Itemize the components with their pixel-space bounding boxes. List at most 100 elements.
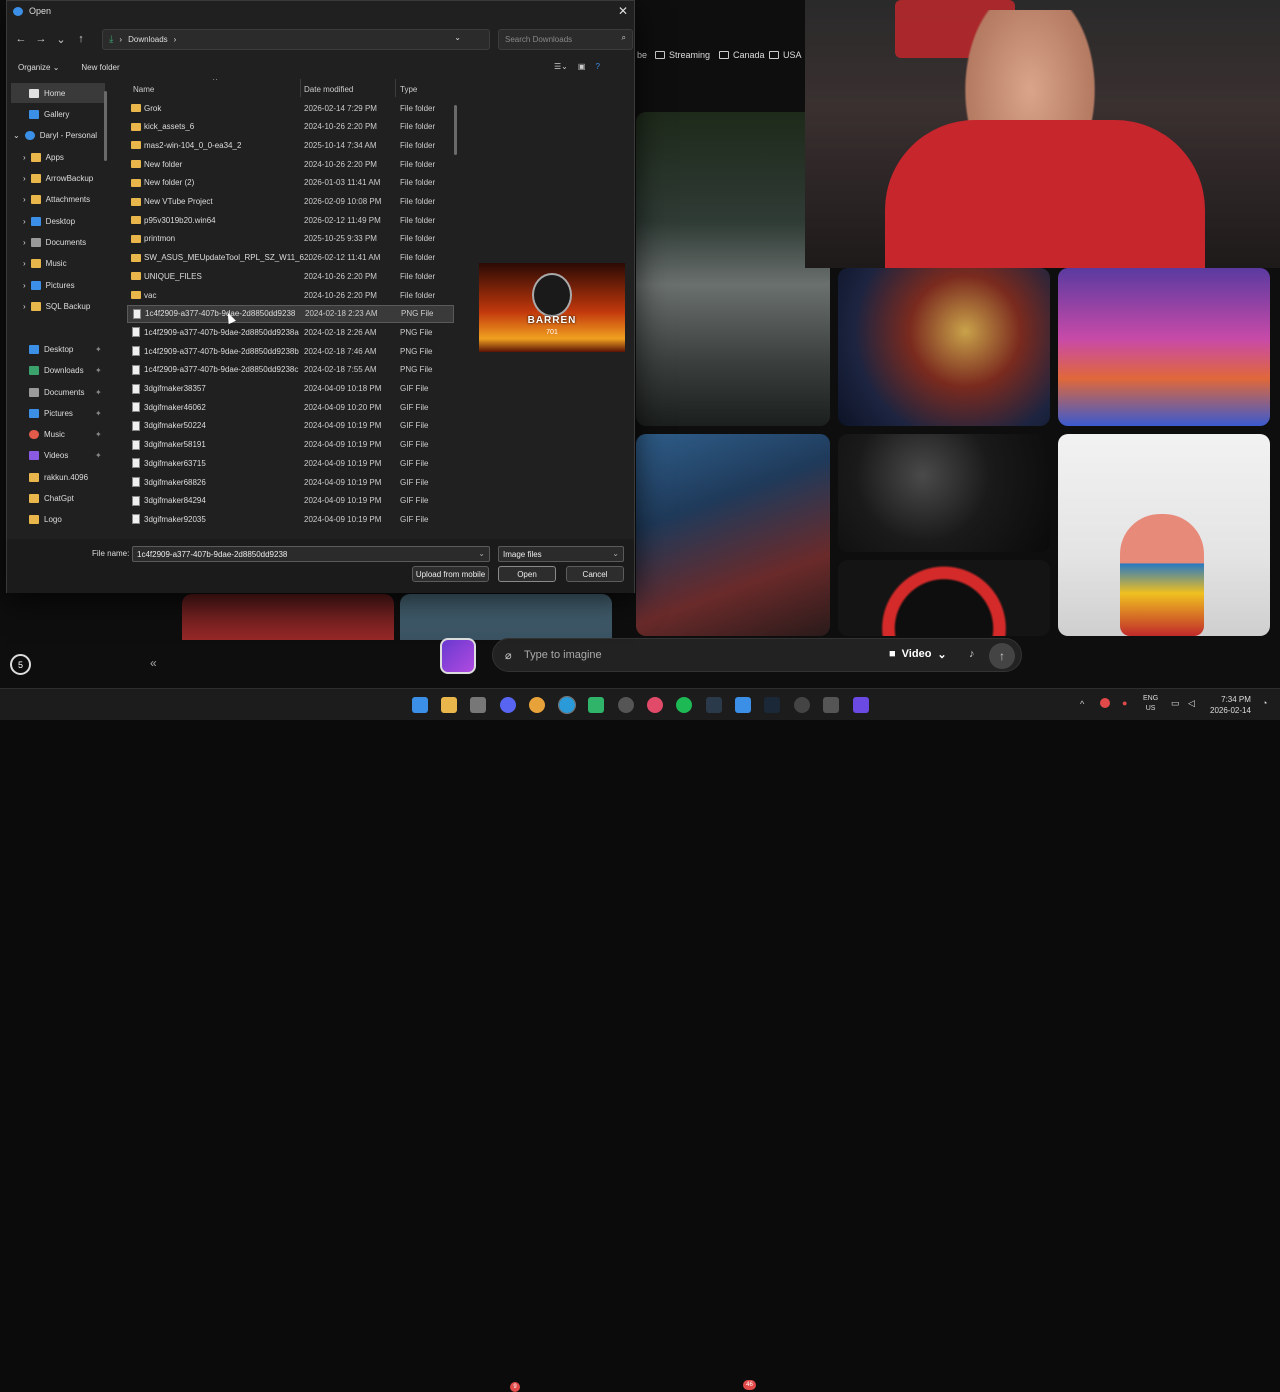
quick-access-music[interactable]: Music ✦	[7, 424, 111, 444]
quick-access-videos[interactable]: Videos ✦	[7, 445, 111, 465]
column-header-date[interactable]: Date modified	[304, 81, 353, 97]
nav-item-apps[interactable]: › Apps	[7, 147, 111, 167]
arrow-app-icon[interactable]	[794, 697, 810, 713]
quick-access-rakkun[interactable]: rakkun.4096	[7, 467, 111, 487]
collapse-sidebar-icon[interactable]: «	[150, 656, 157, 670]
file-row[interactable]: 3dgifmaker92035 2024-04-09 10:19 PM GIF Fi…	[127, 510, 454, 528]
search-input[interactable]: Search Downloads ⌕	[498, 29, 633, 50]
file-row[interactable]: 1c4f2909-a377-407b-9dae-2d8850dd9238c 202…	[127, 361, 454, 379]
quick-access-desktop[interactable]: Desktop ✦	[7, 339, 111, 359]
folder-row[interactable]: mas2-win-104_0_0-ea34_2 2025-10-14 7:34 A…	[127, 136, 454, 154]
bookmark-usa[interactable]: USA	[769, 50, 802, 60]
file-name-dropdown-chevron-icon[interactable]: ⌄	[478, 549, 485, 558]
new-folder-button[interactable]: New folder	[81, 63, 119, 72]
up-arrow-icon[interactable]: ↑	[73, 31, 89, 47]
nav-item-pictures[interactable]: › Pictures	[7, 275, 111, 295]
creature-in-water-image-tile[interactable]	[1058, 268, 1270, 426]
nav-pane-scrollbar[interactable]	[104, 91, 107, 161]
notifications-bell-icon[interactable]: ◔	[1262, 698, 1267, 708]
folder-row[interactable]: printmon 2025-10-25 9:33 PM File folder	[127, 230, 454, 248]
folder-row[interactable]: Grok 2026-02-14 7:29 PM File folder	[127, 99, 454, 117]
messaging-app-icon[interactable]	[735, 697, 751, 713]
file-row[interactable]: 1c4f2909-a377-407b-9dae-2d8850dd9238a 202…	[127, 323, 454, 341]
attached-image-thumbnail[interactable]	[440, 638, 476, 674]
help-icon[interactable]: ?	[595, 62, 599, 71]
quick-access-documents[interactable]: Documents ✦	[7, 382, 111, 402]
tray-app-icon[interactable]	[1100, 698, 1110, 708]
spotify-icon[interactable]	[676, 697, 692, 713]
discord-icon[interactable]	[500, 697, 516, 713]
file-row[interactable]: 3dgifmaker38357 2024-04-09 10:18 PM GIF Fi…	[127, 380, 454, 398]
record-app-icon[interactable]	[647, 697, 663, 713]
nav-item-arrowbackup[interactable]: › ArrowBackup	[7, 168, 111, 188]
nav-item-home[interactable]: Home	[11, 83, 105, 103]
nav-item-gallery[interactable]: Gallery	[7, 104, 111, 124]
nav-item-documents[interactable]: › Documents	[7, 232, 111, 252]
network-icon[interactable]: ▭	[1171, 698, 1180, 709]
river-image-tile[interactable]	[636, 112, 830, 426]
nav-item-onedrive[interactable]: ⌄ Daryl - Personal	[7, 125, 111, 145]
space-asteroid-image-tile[interactable]	[838, 434, 1050, 552]
quick-access-downloads[interactable]: Downloads ✦	[7, 360, 111, 380]
store-icon[interactable]	[470, 697, 486, 713]
bookmark-canada[interactable]: Canada	[719, 50, 765, 60]
folder-row[interactable]: kick_assets_6 2024-10-26 2:20 PM File fold…	[127, 118, 454, 136]
folder-row[interactable]: UNIQUE_FILES 2024-10-26 2:20 PM File folde…	[127, 267, 454, 285]
app-icon[interactable]	[588, 697, 604, 713]
folder-row[interactable]: New folder (2) 2026-01-03 11:41 AM File fo…	[127, 174, 454, 192]
file-row[interactable]: 3dgifmaker63715 2024-04-09 10:19 PM GIF Fi…	[127, 454, 454, 472]
file-row[interactable]: 1c4f2909-a377-407b-9dae-2d8850dd9238b 202…	[127, 342, 454, 360]
show-hidden-icons-chevron-icon[interactable]: ^	[1080, 699, 1084, 709]
bookmark-streaming[interactable]: Streaming	[655, 50, 710, 60]
prompt-input[interactable]: Type to imagine	[524, 649, 602, 661]
game-app-icon[interactable]	[823, 697, 839, 713]
folder-row[interactable]: SW_ASUS_MEUpdateTool_RPL_SZ_W11_6... 2026…	[127, 249, 454, 267]
organize-menu[interactable]: Organize ⌄	[18, 63, 59, 72]
microphone-in-use-icon[interactable]: ●	[1122, 698, 1127, 708]
submit-arrow-button[interactable]: ↑	[989, 643, 1015, 669]
forward-arrow-icon[interactable]: →	[33, 31, 49, 47]
input-language-indicator[interactable]: ENG US	[1143, 694, 1158, 714]
edge-icon[interactable]	[558, 696, 576, 714]
steam-icon[interactable]	[764, 697, 780, 713]
file-name-input[interactable]: 1c4f2909-a377-407b-9dae-2d8850dd9238 ⌄	[132, 546, 490, 562]
paperclip-icon[interactable]: ⌀	[505, 649, 512, 662]
cancel-button[interactable]: Cancel	[566, 566, 624, 582]
chrome-icon[interactable]	[529, 697, 545, 713]
address-dropdown-chevron-icon[interactable]: ⌄	[454, 33, 461, 42]
back-arrow-icon[interactable]: ←	[13, 31, 29, 47]
obs-icon[interactable]	[618, 697, 634, 713]
samurai-woman-image-tile[interactable]	[636, 434, 830, 636]
microphone-icon[interactable]: ♪	[969, 648, 975, 660]
upload-from-mobile-button[interactable]: Upload from mobile	[412, 566, 489, 582]
file-explorer-icon[interactable]	[441, 697, 457, 713]
folder-row[interactable]: vac 2024-10-26 2:20 PM File folder	[127, 286, 454, 304]
column-header-type[interactable]: Type	[400, 81, 417, 97]
volume-icon[interactable]: ◁	[1188, 698, 1195, 709]
file-row[interactable]: 3dgifmaker58191 2024-04-09 10:19 PM GIF Fi…	[127, 436, 454, 454]
folder-row[interactable]: New VTube Project 2026-02-09 10:08 PM File…	[127, 193, 454, 211]
bookmark-be[interactable]: be	[637, 50, 647, 60]
preview-pane-icon[interactable]: ▣	[578, 62, 586, 71]
grid-app-icon[interactable]	[853, 697, 869, 713]
nav-item-sql-backup[interactable]: › SQL Backup	[7, 296, 111, 316]
recent-locations-chevron-icon[interactable]: ⌄	[53, 31, 69, 47]
system-clock[interactable]: 7:34 PM 2026-02-14	[1210, 694, 1251, 716]
notification-count-badge[interactable]: 5	[10, 654, 31, 675]
open-button[interactable]: Open	[498, 566, 556, 582]
nav-item-desktop[interactable]: › Desktop	[7, 211, 111, 231]
nav-item-music[interactable]: › Music	[7, 253, 111, 273]
column-header-name[interactable]: Name	[133, 81, 154, 97]
quick-access-pictures[interactable]: Pictures ✦	[7, 403, 111, 423]
start-button[interactable]	[412, 697, 428, 713]
file-row[interactable]: 3dgifmaker84294 2024-04-09 10:19 PM GIF Fi…	[127, 492, 454, 510]
file-row[interactable]: 3dgifmaker46062 2024-04-09 10:20 PM GIF Fi…	[127, 398, 454, 416]
view-options-icon[interactable]: ☰⌄	[554, 62, 568, 71]
quick-access-logo[interactable]: Logo	[7, 509, 111, 529]
file-type-select[interactable]: Image files ⌄	[498, 546, 624, 562]
file-list-scrollbar[interactable]	[454, 105, 457, 155]
folder-row[interactable]: New folder 2024-10-26 2:20 PM File folder	[127, 155, 454, 173]
jeweled-crown-image-tile[interactable]	[838, 268, 1050, 426]
bg-app-icon[interactable]	[706, 697, 722, 713]
folder-row[interactable]: p95v3019b20.win64 2026-02-12 11:49 PM File…	[127, 211, 454, 229]
